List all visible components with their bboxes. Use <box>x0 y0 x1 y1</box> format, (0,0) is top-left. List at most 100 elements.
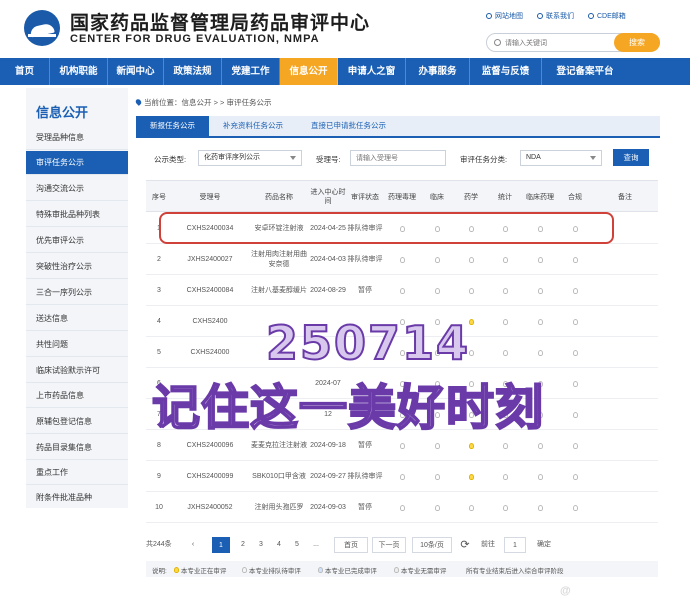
nav-applicant[interactable]: 申请人之窗 <box>338 58 406 85</box>
accept-input[interactable] <box>350 150 446 166</box>
main-nav: 首页 机构职能 新闻中心 政策法规 党建工作 信息公开 申请人之窗 办事服务 监… <box>0 58 690 85</box>
cell-status-light <box>420 492 454 523</box>
sidebar-item-clinical-trial[interactable]: 临床试验默示许可 <box>26 359 128 383</box>
sidebar: 信息公开 受理品种信息 审评任务公示 沟通交流公示 特殊审批品种列表 优先审评公… <box>26 88 128 508</box>
sidebar-item-three-in-one[interactable]: 三合一序列公示 <box>26 281 128 305</box>
goto-input[interactable]: 1 <box>504 537 526 553</box>
tab-new-tasks[interactable]: 新报任务公示 <box>136 116 209 136</box>
column-header: 临床 <box>430 193 444 201</box>
contact-label: 联系我们 <box>546 13 574 20</box>
sidebar-item-communication[interactable]: 沟通交流公示 <box>26 177 128 201</box>
table-row[interactable]: 10 JXHS2400052 注射用头孢匹罗 2024-09-03 暂停 <box>146 492 658 523</box>
column-header: 临床药理 <box>526 193 554 201</box>
column-header: 进入中心时间 <box>310 189 346 205</box>
column-header: 备注 <box>618 193 632 201</box>
legend-item-none: 本专业无需审评 <box>394 565 446 575</box>
nav-party[interactable]: 党建工作 <box>222 58 280 85</box>
sidebar-item-conditional[interactable]: 附条件批准品种 <box>26 486 128 510</box>
task-tabs: 新报任务公示 补充资料任务公示 直接已申请批任务公示 <box>136 116 660 138</box>
bulb-off-icon <box>572 287 578 294</box>
query-button[interactable]: 查询 <box>613 149 649 166</box>
tab-direct-tasks[interactable]: 直接已申请批任务公示 <box>297 116 400 136</box>
bulb-off-icon <box>572 411 578 418</box>
tab-supplement-tasks[interactable]: 补充资料任务公示 <box>209 116 297 136</box>
first-page-button[interactable]: 首页 <box>334 537 368 553</box>
refresh-icon[interactable]: ⟳ <box>458 537 472 553</box>
nav-policy[interactable]: 政策法规 <box>164 58 222 85</box>
contact-icon <box>537 13 543 19</box>
nav-functions[interactable]: 机构职能 <box>50 58 108 85</box>
table-row[interactable]: 3 CXHS2400084 注射八基麦醇缓片 2024-08-29 暂停 <box>146 275 658 306</box>
nav-news[interactable]: 新闻中心 <box>108 58 164 85</box>
table-row[interactable]: 2 JXHS2400027 注射用肉注射用曲安奈德 2024-04-03 排队待审评 <box>146 244 658 275</box>
type-select[interactable]: 化药审评序列公示 <box>198 150 302 166</box>
page-2[interactable]: 2 <box>236 537 250 553</box>
mail-label: CDE邮箱 <box>597 13 626 20</box>
nav-register[interactable]: 登记备案平台 <box>542 58 628 85</box>
cell-no: 10 <box>155 503 163 511</box>
nav-home[interactable]: 首页 <box>0 58 50 85</box>
cell-status-light <box>522 275 558 306</box>
page-1[interactable]: 1 <box>212 537 230 553</box>
cde-logo[interactable] <box>24 10 60 46</box>
cell-accept: JXHS2400027 <box>187 255 233 263</box>
sidebar-title: 信息公开 <box>36 105 89 120</box>
bulb-off-icon <box>537 473 543 480</box>
sidebar-item-review-tasks[interactable]: 审评任务公示 <box>26 151 128 175</box>
sidebar-item-excipients[interactable]: 原辅包登记信息 <box>26 410 128 434</box>
site-title-en: CENTER FOR DRUG EVALUATION, NMPA <box>70 33 320 45</box>
contact-link[interactable]: 联系我们 <box>537 11 574 21</box>
cell-no: 5 <box>157 348 161 356</box>
cell-status-light <box>420 461 454 492</box>
table-header: 序号 受理号 药品名称 进入中心时间 审评状态 药理毒理 临床 药学 统计 临床药理 合规 备注 <box>146 180 658 212</box>
search-input[interactable] <box>505 36 605 50</box>
sidebar-item-accepted[interactable]: 受理品种信息 <box>26 126 128 150</box>
cell-status-light <box>420 244 454 275</box>
bulb-off-icon <box>399 287 405 294</box>
bulb-off-icon <box>572 349 578 356</box>
search-button[interactable]: 搜索 <box>614 33 660 52</box>
page-3[interactable]: 3 <box>254 537 268 553</box>
sidebar-item-common-issues[interactable]: 共性问题 <box>26 333 128 357</box>
location-icon <box>134 98 143 106</box>
confirm-button[interactable]: 确定 <box>532 537 556 553</box>
column-header: 审评状态 <box>351 193 379 201</box>
bulb-off-icon <box>468 256 474 263</box>
nav-service[interactable]: 办事服务 <box>406 58 470 85</box>
category-select[interactable]: NDA <box>520 150 602 166</box>
nav-info-public[interactable]: 信息公开 <box>280 58 338 85</box>
cell-status-light <box>488 244 522 275</box>
cell-no: 3 <box>157 286 161 294</box>
cell-status-light <box>454 275 488 306</box>
mail-link[interactable]: CDE邮箱 <box>588 11 626 21</box>
nav-feedback[interactable]: 监督与反馈 <box>470 58 542 85</box>
sitemap-link[interactable]: 网站地图 <box>486 11 523 21</box>
bulb-off-icon <box>502 442 508 449</box>
bulb-off-icon <box>468 287 474 294</box>
table-row[interactable]: 9 CXHS2400099 SBK010口甲含液 2024-09-27 排队待审评 <box>146 461 658 492</box>
sidebar-item-marketed[interactable]: 上市药品信息 <box>26 384 128 408</box>
column-header: 序号 <box>152 193 166 201</box>
bulb-off-icon <box>572 473 578 480</box>
sidebar-item-special[interactable]: 特殊审批品种列表 <box>26 203 128 227</box>
sidebar-item-catalog[interactable]: 药品目录集信息 <box>26 436 128 460</box>
next-page-button[interactable]: 下一页 <box>372 537 406 553</box>
page-size-select[interactable]: 10条/页 <box>412 537 452 553</box>
column-header: 合规 <box>568 193 582 201</box>
sidebar-item-delivery[interactable]: 送达信息 <box>26 307 128 331</box>
bulb-off-icon <box>434 473 440 480</box>
type-select-value: 化药审评序列公示 <box>204 154 260 161</box>
cell-status: 排队待审评 <box>347 255 383 263</box>
bulb-off-icon <box>572 442 578 449</box>
page-5[interactable]: 5 <box>290 537 304 553</box>
site-header: 国家药品监督管理局药品审评中心 CENTER FOR DRUG EVALUATI… <box>0 0 690 56</box>
page-4[interactable]: 4 <box>272 537 286 553</box>
sidebar-item-breakthrough[interactable]: 突破性治疗公示 <box>26 255 128 279</box>
cell-status-light <box>488 275 522 306</box>
sidebar-item-key-work[interactable]: 重点工作 <box>26 461 128 485</box>
sidebar-item-priority[interactable]: 优先审评公示 <box>26 229 128 253</box>
prev-page-button[interactable]: ‹ <box>186 537 200 553</box>
cell-accept: CXHS2400099 <box>186 472 234 480</box>
bulb-off-icon <box>502 256 508 263</box>
cell-status-light <box>558 492 592 523</box>
